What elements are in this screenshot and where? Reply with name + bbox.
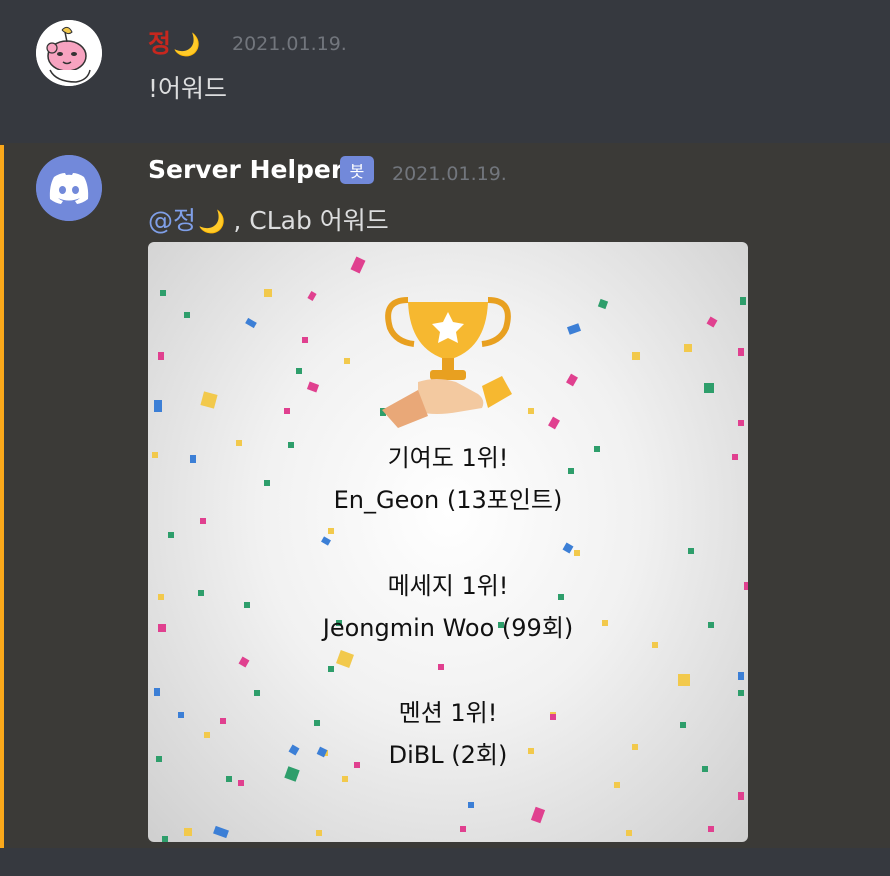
bot-name[interactable]: Server Helper (148, 155, 343, 184)
bot-tag-badge: 봇 (340, 156, 374, 184)
message-content: @정🌙 , CLab 어워드 (148, 201, 389, 237)
message-timestamp[interactable]: 2021.01.19. (232, 33, 347, 55)
bot-avatar[interactable] (36, 155, 102, 221)
award-winner: En_Geon (13포인트) (333, 486, 563, 514)
message-timestamp[interactable]: 2021.01.19. (392, 163, 507, 185)
chat-bottom-area (0, 848, 890, 876)
moon-icon: 🌙 (173, 33, 201, 58)
message-2: Server Helper 봇 2021.01.19. @정🌙 , CLab 어… (0, 143, 890, 848)
message-text: , CLab 어워드 (225, 206, 389, 235)
message-1: 정🌙 2021.01.19. !어워드 (0, 0, 890, 143)
award-winner: DiBL (2회) (388, 741, 508, 769)
pink-character-icon (36, 20, 102, 86)
message-content: !어워드 (148, 74, 228, 103)
author-name-text[interactable]: 정 (148, 29, 171, 58)
author-name[interactable]: 정🌙 (148, 24, 200, 60)
trophy-hand-icon (382, 297, 512, 428)
award-messages: 메세지 1위! Jeongmin Woo (99회) (148, 565, 748, 649)
award-image-attachment[interactable]: 기여도 1위! En_Geon (13포인트) 메세지 1위! Jeongmin… (148, 242, 748, 842)
award-winner: Jeongmin Woo (99회) (322, 614, 574, 642)
discord-logo-icon (36, 155, 102, 221)
award-contribution: 기여도 1위! En_Geon (13포인트) (148, 437, 748, 521)
award-mentions: 멘션 1위! DiBL (2회) (148, 692, 748, 776)
user-mention[interactable]: @정🌙 (148, 206, 225, 235)
award-title: 메세지 1위! (387, 572, 509, 600)
moon-icon: 🌙 (198, 210, 226, 235)
award-title: 기여도 1위! (387, 444, 509, 472)
user-avatar[interactable] (36, 20, 102, 86)
mention-text[interactable]: @정 (148, 206, 196, 235)
award-title: 멘션 1위! (398, 699, 498, 727)
mention-highlight-bar (0, 145, 4, 848)
